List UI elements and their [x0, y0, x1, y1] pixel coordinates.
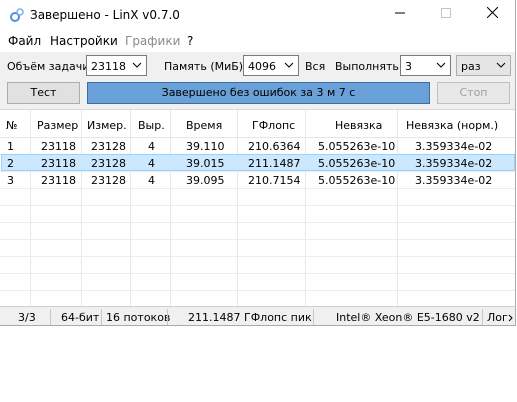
log-button[interactable]: Лог [487, 311, 508, 324]
memory-value: 4096 [248, 60, 276, 73]
cell-alignment: 4 [148, 174, 155, 187]
cell-size: 23118 [41, 157, 76, 170]
cell-residual: 5.055263e-10 [318, 157, 396, 170]
cell-gflops: 210.6364 [248, 140, 301, 153]
title-bar: Завершено - LinX v0.7.0 [0, 0, 515, 30]
minimize-icon [395, 12, 405, 14]
cell-measure: 23128 [91, 157, 126, 170]
problem-size-label: Объём задачи: [7, 60, 94, 73]
window-title: Завершено - LinX v0.7.0 [30, 8, 180, 22]
status-progress: 3/3 [18, 311, 36, 324]
run-count-combo[interactable]: 3 [400, 55, 451, 76]
cell-size: 23118 [41, 174, 76, 187]
memory-all-label[interactable]: Вся [305, 60, 325, 73]
memory-label: Память (МиБ): [164, 60, 247, 73]
run-label: Выполнять: [335, 60, 403, 73]
progress-status-bar: Завершено без ошибок за 3 м 7 с [87, 82, 430, 104]
chevron-down-icon [496, 62, 506, 68]
status-bar: 3/3 64-бит 16 потоков 211.1487 ГФлопс пи… [0, 306, 515, 325]
cell-residual-norm: 3.359334e-02 [415, 157, 493, 170]
stop-button[interactable]: Стоп [437, 82, 510, 104]
status-cpu: Intel® Xeon® E5-1680 v2 [336, 311, 480, 324]
col-header-measure[interactable]: Измер. [87, 119, 127, 132]
menu-settings[interactable]: Настройки [50, 34, 118, 48]
cell-measure: 23128 [91, 174, 126, 187]
problem-size-value: 23118 [91, 60, 126, 73]
cell-gflops: 210.7154 [248, 174, 301, 187]
col-header-alignment[interactable]: Выр. [138, 119, 165, 132]
status-bits: 64-бит [61, 311, 100, 324]
cell-alignment: 4 [148, 157, 155, 170]
menu-file[interactable]: Файл [8, 34, 41, 48]
cell-alignment: 4 [148, 140, 155, 153]
cell-gflops: 211.1487 [248, 157, 301, 170]
status-threads: 16 потоков [106, 311, 171, 324]
col-header-size[interactable]: Размер [37, 119, 78, 132]
chevron-right-icon [508, 314, 513, 322]
settings-row: Объём задачи: 23118 Память (МиБ): 4096 В… [0, 52, 515, 80]
cell-measure: 23128 [91, 140, 126, 153]
col-header-time[interactable]: Время [186, 119, 222, 132]
cell-number: 1 [7, 140, 14, 153]
memory-combo[interactable]: 4096 [243, 55, 299, 76]
cell-residual: 5.055263e-10 [318, 174, 396, 187]
cell-residual: 5.055263e-10 [318, 140, 396, 153]
problem-size-combo[interactable]: 23118 [86, 55, 147, 76]
menu-bar: Файл Настройки Графики ? [0, 30, 515, 52]
cell-size: 23118 [41, 140, 76, 153]
gear-icon [10, 8, 24, 22]
cell-time: 39.110 [186, 140, 225, 153]
col-header-number[interactable]: № [6, 119, 17, 132]
maximize-icon [441, 8, 451, 18]
close-icon [486, 6, 498, 19]
chevron-down-icon [284, 62, 294, 68]
chevron-down-icon [132, 62, 142, 68]
col-header-residual[interactable]: Невязка [335, 119, 382, 132]
menu-charts[interactable]: Графики [125, 34, 180, 48]
minimize-button[interactable] [377, 0, 423, 30]
results-table: № Размер Измер. Выр. Время ГФлопс Невязк… [0, 109, 515, 306]
run-unit-combo[interactable]: раз [456, 55, 511, 76]
chevron-down-icon [436, 62, 446, 68]
menu-help[interactable]: ? [187, 34, 193, 48]
maximize-button[interactable] [423, 0, 469, 30]
status-peak-gflops: 211.1487 ГФлопс пик [188, 311, 312, 324]
col-header-residual-norm[interactable]: Невязка (норм.) [406, 119, 498, 132]
cell-time: 39.095 [186, 174, 225, 187]
cell-residual-norm: 3.359334e-02 [415, 174, 493, 187]
col-header-gflops[interactable]: ГФлопс [252, 119, 295, 132]
cell-number: 3 [7, 174, 14, 187]
linx-window: Завершено - LinX v0.7.0 Файл Настройки Г… [0, 0, 516, 326]
close-button[interactable] [469, 0, 515, 30]
cell-time: 39.015 [186, 157, 225, 170]
cell-residual-norm: 3.359334e-02 [415, 140, 493, 153]
table-header: № Размер Измер. Выр. Время ГФлопс Невязк… [0, 110, 515, 138]
run-unit-value: раз [461, 60, 481, 73]
run-count-value: 3 [405, 60, 412, 73]
cell-number: 2 [7, 157, 14, 170]
test-button[interactable]: Тест [7, 82, 80, 104]
